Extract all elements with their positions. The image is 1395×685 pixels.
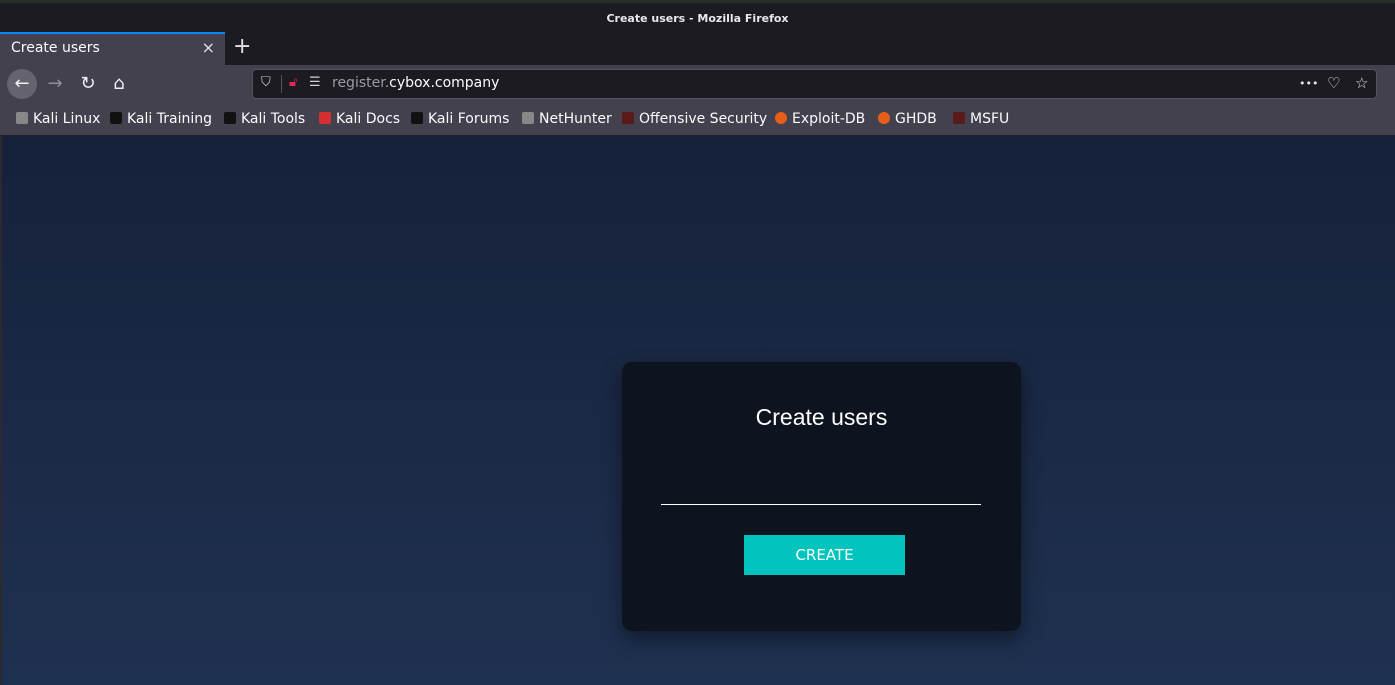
back-button[interactable]: ←: [7, 69, 37, 99]
insecure-lock-icon[interactable]: 🔓︎: [289, 75, 297, 90]
bookmark-offensive-security[interactable]: Offensive Security: [622, 111, 767, 127]
bookmark-label: Kali Docs: [336, 111, 401, 127]
bookmark-kali-docs[interactable]: Kali Docs: [319, 111, 400, 127]
docs-icon: [319, 112, 331, 124]
shield-icon[interactable]: ⛉: [261, 75, 271, 90]
bookmark-label: Kali Training: [127, 111, 212, 127]
window-titlebar: Create users - Mozilla Firefox: [0, 0, 1395, 32]
forward-button[interactable]: →: [40, 69, 70, 99]
create-button[interactable]: CREATE: [744, 535, 905, 575]
kali-dragon-icon: [522, 112, 534, 124]
offsec-icon: [953, 112, 965, 124]
url-text[interactable]: register.cybox.company: [332, 75, 499, 91]
permissions-icon[interactable]: ☰: [309, 75, 321, 90]
home-button[interactable]: ⌂: [104, 69, 134, 99]
bookmark-msfu[interactable]: MSFU: [953, 111, 1009, 127]
bookmark-kali-training[interactable]: Kali Training: [110, 111, 212, 127]
card-title: Create users: [755, 404, 888, 430]
page-actions-menu-icon[interactable]: •••: [1299, 77, 1318, 90]
bookmark-kali-forums[interactable]: Kali Forums: [411, 111, 509, 127]
exploitdb-icon: [878, 112, 890, 124]
window-title: Create users - Mozilla Firefox: [606, 12, 789, 25]
bookmark-exploit-db[interactable]: Exploit-DB: [775, 111, 865, 127]
nav-toolbar: ← → ↻ ⌂ ⛉ 🔓︎ ☰ register.cybox.company ••…: [0, 65, 1395, 102]
page-content: Create users CREATE: [0, 136, 1395, 685]
bookmark-star-icon[interactable]: ☆: [1355, 74, 1368, 92]
bookmark-label: Offensive Security: [639, 111, 768, 127]
bookmark-label: GHDB: [895, 111, 937, 127]
bookmark-label: Kali Tools: [241, 111, 306, 127]
kali-dragon-icon: [411, 112, 423, 124]
tab-label: Create users: [11, 40, 100, 56]
kali-dragon-icon: [16, 112, 28, 124]
bookmark-nethunter[interactable]: NetHunter: [522, 111, 612, 127]
username-input[interactable]: [661, 472, 981, 505]
bookmark-kali-tools[interactable]: Kali Tools: [224, 111, 305, 127]
create-users-card: Create users CREATE: [622, 362, 1021, 631]
divider: [281, 75, 282, 93]
new-tab-button[interactable]: +: [233, 34, 251, 59]
bookmark-label: Kali Linux: [33, 111, 101, 127]
tab-create-users[interactable]: Create users ×: [0, 32, 225, 65]
bookmark-label: MSFU: [970, 111, 1010, 127]
exploitdb-icon: [775, 112, 787, 124]
kali-dragon-icon: [110, 112, 122, 124]
bookmark-label: Exploit-DB: [792, 111, 866, 127]
pocket-icon[interactable]: ♡: [1327, 74, 1340, 92]
close-tab-icon[interactable]: ×: [202, 38, 215, 57]
bookmark-label: NetHunter: [539, 111, 612, 127]
reload-button[interactable]: ↻: [73, 69, 103, 99]
kali-dragon-icon: [224, 112, 236, 124]
bookmark-kali-linux[interactable]: Kali Linux: [16, 111, 100, 127]
bookmarks-toolbar: Kali Linux Kali Training Kali Tools Kali Do…: [0, 102, 1395, 136]
url-bar[interactable]: ⛉ 🔓︎ ☰ register.cybox.company ••• ♡ ☆: [252, 69, 1377, 99]
bookmark-label: Kali Forums: [428, 111, 510, 127]
offsec-icon: [622, 112, 634, 124]
bookmark-ghdb[interactable]: GHDB: [878, 111, 937, 127]
tab-strip: Create users × +: [0, 32, 1395, 65]
